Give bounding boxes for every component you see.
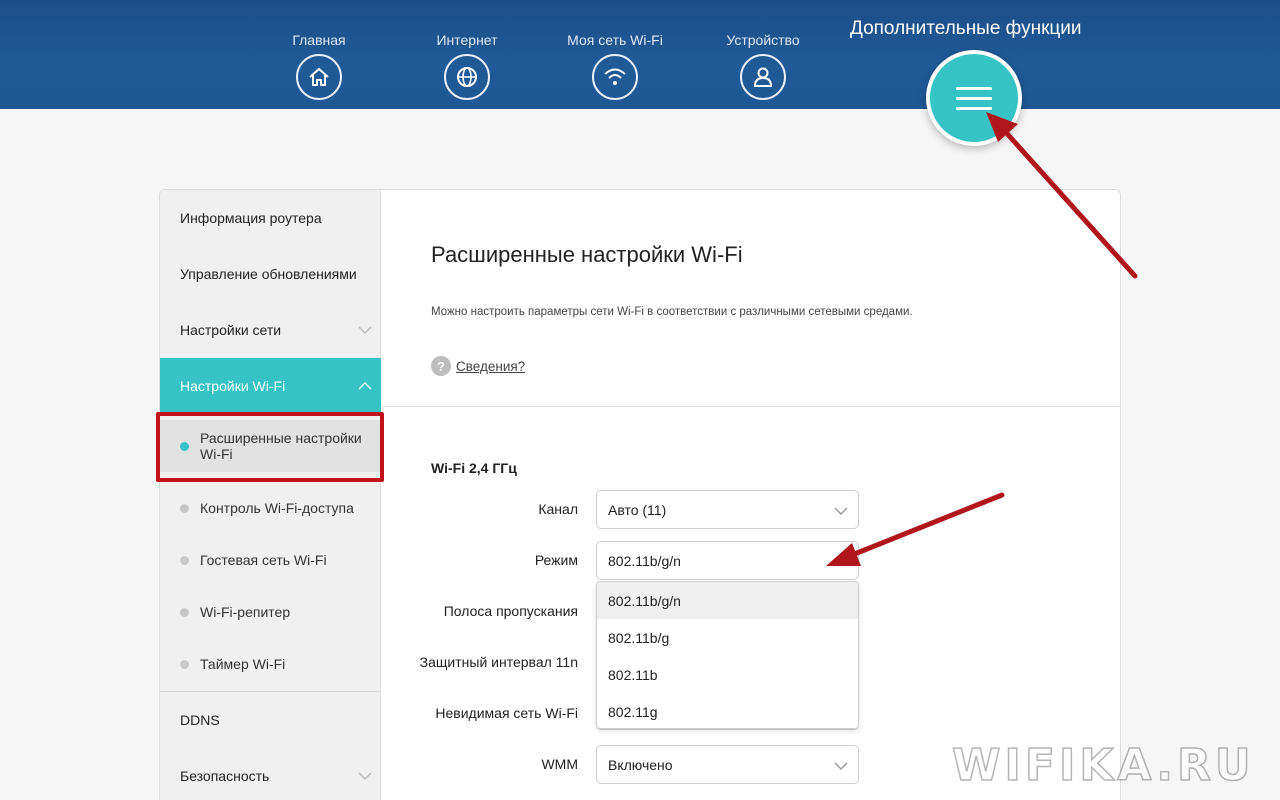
chevron-up-icon: [358, 381, 372, 390]
sidebar-item-router-info[interactable]: Информация роутера: [160, 190, 381, 246]
help-link[interactable]: ? Сведения?: [431, 356, 525, 376]
mode-option[interactable]: 802.11b: [597, 656, 858, 693]
watermark: WIFIKA.RU: [951, 739, 1255, 792]
sidebar-item-wifi-settings[interactable]: Настройки Wi-Fi: [160, 358, 381, 414]
sidebar: Информация роутера Управление обновления…: [160, 190, 381, 800]
page-title: Расширенные настройки Wi-Fi: [431, 242, 743, 267]
sidebar-sub-wifi-access-control[interactable]: Контроль Wi-Fi-доступа: [160, 482, 381, 534]
mode-label: Режим: [534, 552, 578, 568]
top-navigation-bar: Главная Интернет Моя сеть Wi-Fi Устройст…: [0, 0, 1280, 109]
main-content: Расширенные настройки Wi-Fi Можно настро…: [382, 190, 1120, 800]
advanced-functions-title[interactable]: Дополнительные функции: [850, 18, 1082, 40]
sidebar-sub-label: Контроль Wi-Fi-доступа: [200, 500, 354, 516]
nav-home-label: Главная: [292, 32, 346, 48]
sidebar-sub-wifi-repeater[interactable]: Wi-Fi-репитер: [160, 586, 381, 638]
question-icon: ?: [431, 356, 451, 376]
sidebar-item-ddns[interactable]: DDNS: [160, 692, 381, 748]
bullet-dot: [180, 556, 189, 565]
mode-option[interactable]: 802.11b/g: [597, 619, 858, 656]
settings-card: Информация роутера Управление обновления…: [159, 189, 1121, 800]
advanced-menu-button[interactable]: [926, 50, 1022, 146]
sidebar-sub-label: Wi-Fi-репитер: [200, 604, 291, 620]
section-divider: [382, 406, 1120, 407]
help-link-label: Сведения?: [456, 358, 526, 374]
mode-value: 802.11b/g/n: [608, 552, 681, 569]
bullet-dot: [180, 660, 189, 669]
annotation-highlight-box: [156, 412, 384, 482]
sidebar-item-label: Настройки Wi-Fi: [180, 378, 286, 394]
sidebar-sub-label: Таймер Wi-Fi: [200, 656, 286, 672]
user-icon: [740, 54, 786, 100]
sidebar-sub-guest-wifi[interactable]: Гостевая сеть Wi-Fi: [160, 534, 381, 586]
nav-internet-label: Интернет: [436, 32, 498, 48]
sidebar-item-label: DDNS: [180, 712, 220, 728]
mode-select[interactable]: 802.11b/g/n: [596, 541, 859, 580]
nav-my-wifi[interactable]: Моя сеть Wi-Fi: [560, 32, 670, 100]
nav-device-label: Устройство: [726, 32, 800, 48]
chevron-down-icon: [358, 772, 372, 781]
sidebar-item-security[interactable]: Безопасность: [160, 748, 381, 800]
guard-interval-label: Защитный интервал 11n: [419, 654, 578, 670]
nav-my-wifi-label: Моя сеть Wi-Fi: [567, 32, 663, 48]
section-title: Wi-Fi 2,4 ГГц: [431, 460, 517, 476]
chevron-down-icon: [358, 326, 372, 335]
mode-option[interactable]: 802.11b/g/n: [597, 582, 858, 619]
sidebar-item-label: Безопасность: [180, 768, 270, 784]
page-description: Можно настроить параметры сети Wi-Fi в с…: [431, 306, 913, 318]
sidebar-item-label: Настройки сети: [180, 322, 282, 338]
wmm-value: Включено: [608, 756, 673, 773]
hamburger-menu-icon: [956, 80, 992, 117]
sidebar-sub-label: Гостевая сеть Wi-Fi: [200, 552, 327, 568]
nav-internet[interactable]: Интернет: [412, 32, 522, 100]
home-icon: [296, 54, 342, 100]
globe-icon: [444, 54, 490, 100]
bandwidth-label: Полоса пропускания: [443, 603, 578, 619]
channel-select[interactable]: Авто (11): [596, 490, 859, 529]
sidebar-item-label: Информация роутера: [180, 210, 322, 226]
hidden-network-label: Невидимая сеть Wi-Fi: [435, 705, 578, 721]
wifi-icon: [592, 54, 638, 100]
nav-home[interactable]: Главная: [264, 32, 374, 100]
bullet-dot: [180, 504, 189, 513]
sidebar-item-label: Управление обновлениями: [180, 266, 357, 282]
sidebar-item-network[interactable]: Настройки сети: [160, 302, 381, 358]
sidebar-item-updates[interactable]: Управление обновлениями: [160, 246, 381, 302]
channel-value: Авто (11): [608, 501, 667, 518]
sidebar-sub-wifi-timer[interactable]: Таймер Wi-Fi: [160, 638, 381, 690]
bullet-dot: [180, 608, 189, 617]
wmm-label: WMM: [541, 756, 578, 772]
channel-label: Канал: [538, 501, 578, 517]
chevron-down-icon: [834, 507, 848, 515]
chevron-down-icon: [834, 762, 848, 770]
mode-dropdown: 802.11b/g/n 802.11b/g 802.11b 802.11g: [596, 581, 859, 729]
mode-option[interactable]: 802.11g: [597, 693, 858, 728]
nav-device[interactable]: Устройство: [708, 32, 818, 100]
wmm-select[interactable]: Включено: [596, 745, 859, 784]
